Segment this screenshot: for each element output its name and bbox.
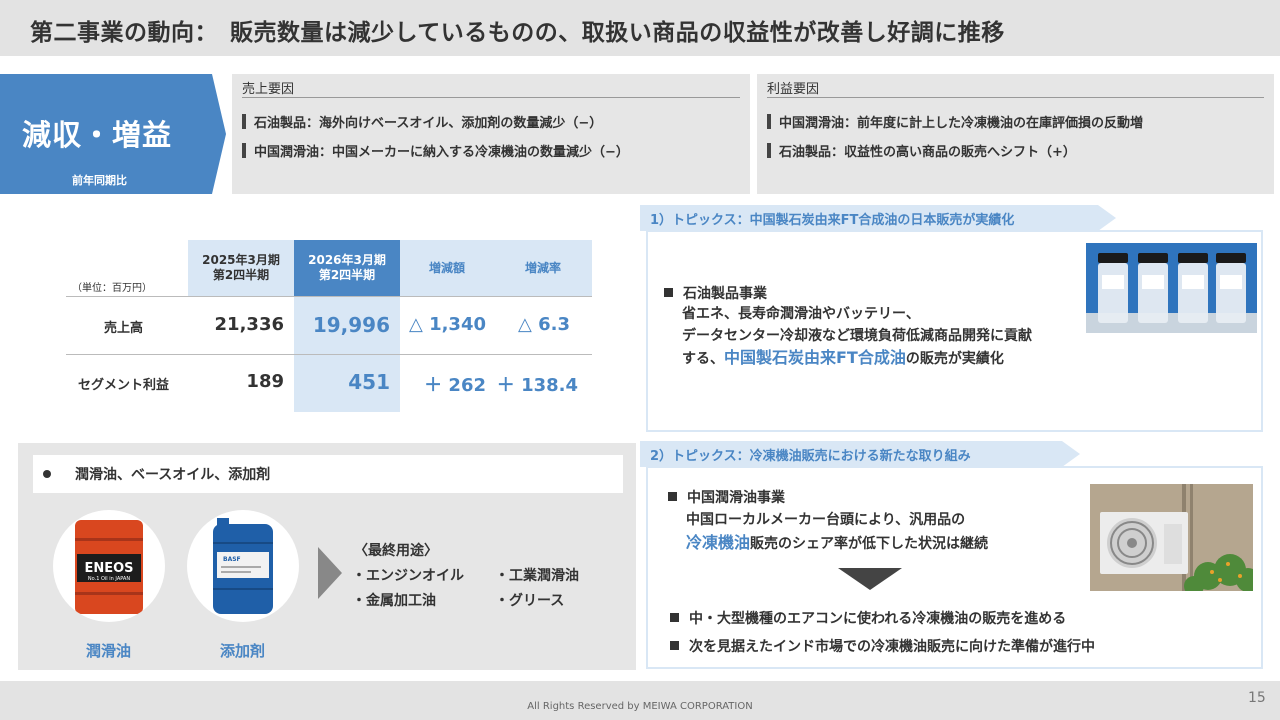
use-item: ・グリース (495, 593, 565, 609)
drum-label-text: BASF (223, 556, 241, 563)
table-divider (66, 354, 592, 355)
profit-factor-item: 中国潤滑油：前年度に計上した冷凍機油の在庫評価損の反動増 (767, 112, 1264, 131)
page-number: 15 (1248, 690, 1266, 706)
badge-subtitle: 前年同期比 (72, 174, 127, 187)
drum-sub-text: No.1 Oil in JAPAN (88, 576, 130, 582)
products-heading: 潤滑油、ベースオイル、添加剤 (33, 455, 623, 493)
square-bullet-icon (670, 613, 679, 622)
header-diff: 増減額 (400, 240, 494, 296)
page-title: 第二事業の動向： 販売数量は減少しているものの、取扱い商品の収益性が改善し好調に… (30, 20, 1005, 46)
topic1-line: する、中国製石炭由来FT合成油の販売が実績化 (682, 347, 1004, 370)
profit-factor-item: 石油製品：収益性の高い商品の販売へシフト（+） (767, 141, 1264, 160)
topic2-highlight: 冷凍機油 (686, 533, 751, 552)
caption-additive: 添加剤 (220, 642, 266, 660)
sales-factors-heading: 売上要因 (242, 78, 740, 98)
sales-prev: 21,336 (214, 314, 284, 335)
topic2-heading: 中国潤滑油事業 (668, 487, 785, 509)
blue-drum-icon: BASF (213, 518, 273, 614)
sales-diff: △ 1,340 (408, 314, 486, 335)
topic1-line3-post: の販売が実績化 (905, 351, 1004, 367)
use-item: ・金属加工油 (352, 593, 436, 609)
square-bullet-icon (670, 641, 679, 650)
uses-heading: 〈最終用途〉 (354, 543, 438, 559)
topic1-heading-text: 石油製品事業 (683, 286, 767, 302)
bullet-dot-icon (43, 470, 51, 478)
header-curr-period: 2026年3月期 第2四半期 (294, 240, 400, 296)
orange-drum-icon: ENEOS No.1 Oil in JAPAN (75, 520, 143, 614)
badge-title: 減収・増益 (22, 118, 173, 152)
header-rate: 増減率 (494, 240, 592, 296)
arrow-down-icon (838, 568, 902, 590)
header-prev-year: 2025年3月期 (202, 253, 280, 267)
topic2-line2-post: 販売のシェア率が低下した状況は継続 (750, 536, 989, 552)
profit-factors-box: 利益要因 中国潤滑油：前年度に計上した冷凍機油の在庫評価損の反動増 石油製品：収… (757, 74, 1274, 194)
slide: 第二事業の動向： 販売数量は減少しているものの、取扱い商品の収益性が改善し好調に… (0, 0, 1280, 720)
bottles-icon (1086, 243, 1257, 333)
additive-drum-image: BASF (187, 510, 299, 622)
topic2-tag: 2）トピックス：冷凍機油販売における新たな取り組み (640, 441, 1080, 467)
square-bullet-icon (668, 492, 677, 501)
topic1-line: 省エネ、長寿命潤滑油やバッテリー、 (682, 306, 920, 322)
use-item: ・工業潤滑油 (495, 568, 579, 584)
topic1-tag: 1）トピックス：中国製石炭由来FT合成油の日本販売が実績化 (640, 205, 1116, 231)
header-prev-period: 2025年3月期 第2四半期 (188, 240, 294, 296)
row-label-sales: 売上高 (104, 321, 144, 336)
sales-factors-box: 売上要因 石油製品：海外向けベースオイル、添加剤の数量減少（−） 中国潤滑油：中… (232, 74, 750, 194)
products-heading-text: 潤滑油、ベースオイル、添加剤 (75, 467, 271, 483)
row-label-segment-profit: セグメント利益 (78, 378, 170, 393)
table-divider (66, 296, 592, 297)
sales-factor-item: 石油製品：海外向けベースオイル、添加剤の数量減少（−） (242, 112, 740, 131)
unit-label: （単位：百万円） (72, 283, 152, 294)
air-conditioner-photo (1090, 484, 1253, 591)
topic1-line3-pre: する、 (682, 351, 724, 367)
profit-diff: ＋ 262 (424, 375, 486, 396)
footer-copyright: All Rights Reserved by MEIWA CORPORATION (527, 701, 753, 712)
use-item: ・エンジンオイル (352, 568, 464, 584)
profit-curr: 451 (348, 370, 390, 394)
square-bullet-icon (664, 288, 673, 297)
sales-rate: △ 6.3 (518, 314, 570, 335)
air-conditioner-icon (1090, 484, 1253, 591)
sales-curr: 19,996 (312, 313, 390, 337)
lubricant-drum-image: ENEOS No.1 Oil in JAPAN (53, 510, 165, 622)
header-curr-quarter: 第2四半期 (318, 268, 376, 282)
header-curr-year: 2026年3月期 (308, 253, 386, 267)
profit-rate: ＋ 138.4 (496, 375, 578, 396)
topic1-line: データセンター冷却液など環境負荷低減商品開発に貢献 (682, 328, 1032, 344)
sample-bottles-photo (1086, 243, 1257, 333)
topic2-bullet: 中・大型機種のエアコンに使われる冷凍機油の販売を進める (670, 608, 1066, 630)
profit-prev: 189 (246, 371, 284, 392)
header-prev-quarter: 第2四半期 (212, 268, 270, 282)
topic2-bullet-text: 中・大型機種のエアコンに使われる冷凍機油の販売を進める (689, 611, 1067, 627)
topic2-heading-text: 中国潤滑油事業 (687, 490, 785, 506)
drum-brand-text: ENEOS (84, 561, 133, 576)
arrow-right-icon (318, 547, 342, 599)
topic2-bullet-text: 次を見据えたインド市場での冷凍機油販売に向けた準備が進行中 (689, 639, 1095, 655)
caption-lubricant: 潤滑油 (86, 642, 132, 660)
topic1-highlight: 中国製石炭由来FT合成油 (724, 348, 906, 367)
topic2-line: 冷凍機油販売のシェア率が低下した状況は継続 (686, 532, 988, 555)
topic2-bullet: 次を見据えたインド市場での冷凍機油販売に向けた準備が進行中 (670, 636, 1095, 658)
profit-factors-heading: 利益要因 (767, 78, 1264, 98)
sales-factor-item: 中国潤滑油：中国メーカーに納入する冷凍機油の数量減少（−） (242, 141, 740, 160)
topic2-line: 中国ローカルメーカー台頭により、汎用品の (686, 512, 966, 528)
topic1-heading: 石油製品事業 (664, 283, 767, 305)
